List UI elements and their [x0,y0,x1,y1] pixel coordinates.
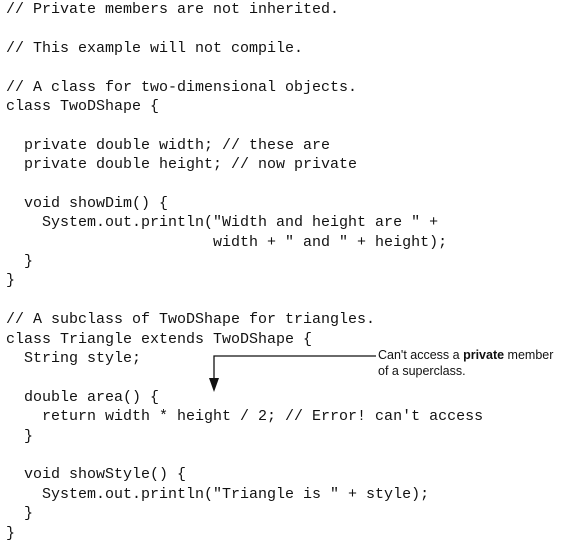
callout-text-before: Can't access a [378,348,464,362]
code-line: // This example will not compile. [6,39,304,57]
page: { "code": { "lines": [ "// Private membe… [0,0,566,542]
code-line: return width * height / 2; // Error! can… [6,408,484,426]
code-line: System.out.println("Triangle is " + styl… [6,485,430,503]
code-line: } [6,505,34,523]
code-line: private double height; // now private [6,156,358,174]
code-listing: // Private members are not inherited. // … [6,0,483,543]
code-line: } [6,253,34,271]
callout-text-after: member [504,348,554,362]
code-line: } [6,427,34,445]
code-line: System.out.println("Width and height are… [6,214,439,232]
callout-line-2: of a superclass. [378,364,466,378]
code-line: width + " and " + height); [6,233,448,251]
code-line: } [6,524,16,542]
code-line: // Private members are not inherited. [6,1,340,18]
code-line: void showDim() { [6,194,169,212]
code-line: void showStyle() { [6,466,187,484]
code-line: private double width; // these are [6,136,331,154]
callout-bold-word: private [463,348,505,362]
code-line: } [6,272,16,290]
code-line: class TwoDShape { [6,97,160,115]
callout-annotation: Can't access a private member of a super… [378,347,566,379]
code-line: double area() { [6,388,160,406]
callout-line-1: Can't access a private member [378,347,566,363]
code-line: // A class for two-dimensional objects. [6,78,358,96]
code-line: // A subclass of TwoDShape for triangles… [6,311,376,329]
